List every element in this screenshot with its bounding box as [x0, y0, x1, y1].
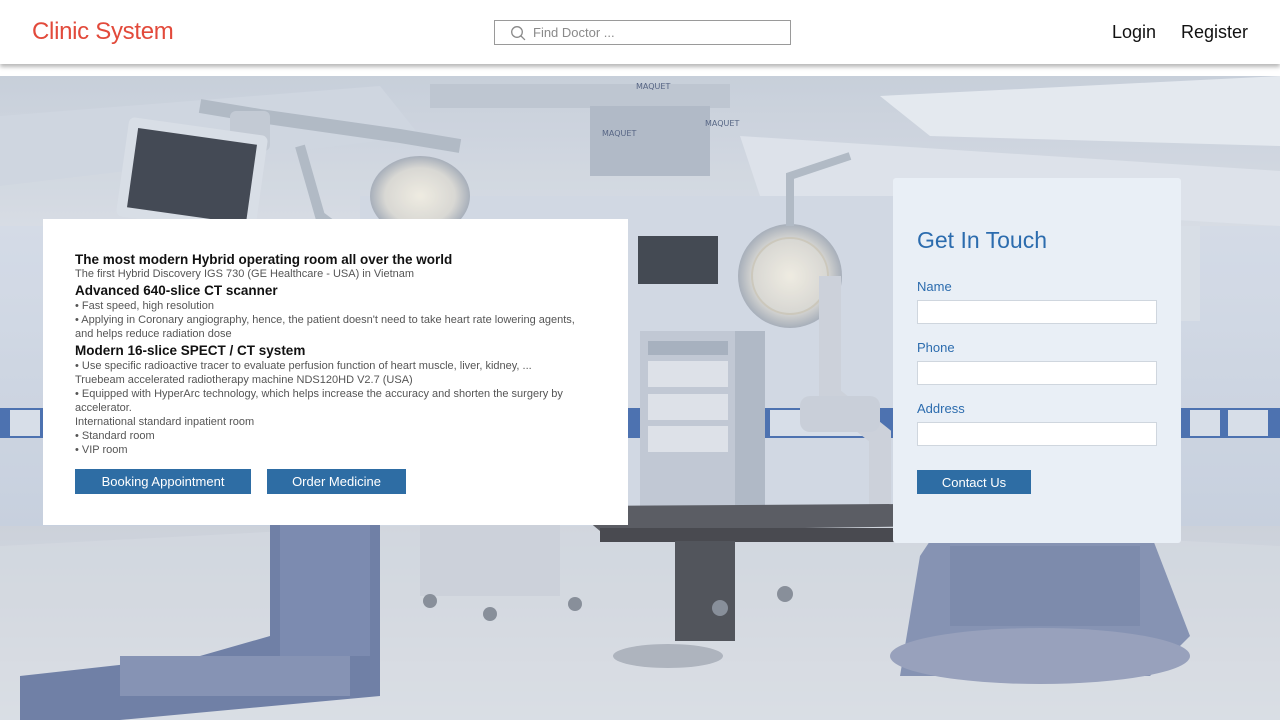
info-line: • Standard room — [75, 430, 155, 442]
info-line: Truebeam accelerated radiotherapy machin… — [75, 374, 413, 386]
info-line: • VIP room — [75, 444, 128, 456]
top-nav-bar: Clinic System Login Register — [0, 0, 1280, 64]
info-line: • Use specific radioactive tracer to eva… — [75, 360, 532, 372]
contact-us-button[interactable]: Contact Us — [917, 470, 1031, 494]
info-line: • Equipped with HyperArc technology, whi… — [75, 388, 563, 414]
order-medicine-button[interactable]: Order Medicine — [267, 469, 406, 494]
contact-title: Get In Touch — [917, 227, 1047, 253]
address-field[interactable] — [917, 422, 1157, 446]
info-heading-ct-scanner: Advanced 640-slice CT scanner — [75, 283, 278, 298]
info-line: The first Hybrid Discovery IGS 730 (GE H… — [75, 268, 415, 280]
search-icon — [511, 26, 526, 41]
name-label: Name — [917, 279, 952, 294]
register-link[interactable]: Register — [1181, 22, 1248, 43]
booking-appointment-button[interactable]: Booking Appointment — [75, 469, 251, 494]
info-line: • Applying in Coronary angiography, henc… — [75, 314, 575, 340]
search-input[interactable] — [533, 23, 783, 42]
brand-logo[interactable]: Clinic System — [32, 18, 174, 46]
address-label: Address — [917, 401, 965, 416]
facilities-info-card: The most modern Hybrid operating room al… — [43, 219, 628, 525]
phone-field[interactable] — [917, 361, 1157, 385]
info-heading-hybrid-room: The most modern Hybrid operating room al… — [75, 252, 453, 267]
login-link[interactable]: Login — [1112, 22, 1156, 43]
info-heading-spect-ct: Modern 16-slice SPECT / CT system — [75, 343, 306, 358]
name-field[interactable] — [917, 300, 1157, 324]
contact-form-card: Get In Touch Name Phone Address Contact … — [893, 178, 1181, 543]
info-line: International standard inpatient room — [75, 416, 255, 428]
info-line: • Fast speed, high resolution — [75, 300, 214, 312]
phone-label: Phone — [917, 340, 955, 355]
doctor-search-box[interactable] — [494, 20, 791, 45]
